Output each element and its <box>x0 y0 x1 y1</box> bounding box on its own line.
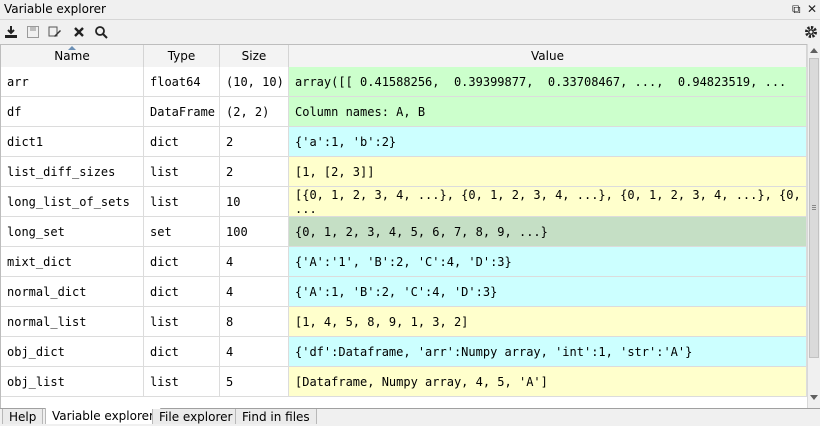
cell-type[interactable]: dict <box>144 337 220 367</box>
table-row[interactable]: long_list_of_sets list 10 [{0, 1, 2, 3, 4, … <box>1 187 807 217</box>
cell-type[interactable]: list <box>144 307 220 337</box>
cell-name[interactable]: arr <box>1 67 144 97</box>
cell-name[interactable]: df <box>1 97 144 127</box>
table-row[interactable]: df DataFrame (2, 2) Column names: A, B <box>1 97 807 127</box>
cell-name[interactable]: dict1 <box>1 127 144 157</box>
table-row[interactable]: obj_list list 5 [Dataframe, Numpy array, 4,… <box>1 367 807 397</box>
options-gear-icon[interactable] <box>802 23 820 41</box>
cell-size[interactable]: (10, 10) <box>220 67 289 97</box>
cell-size[interactable]: 2 <box>220 127 289 157</box>
cell-value[interactable]: Column names: A, B <box>289 97 807 127</box>
cell-size[interactable]: 4 <box>220 247 289 277</box>
cell-value[interactable]: {'A':1, 'B':2, 'C':4, 'D':3} <box>289 277 807 307</box>
toolbar <box>0 20 820 44</box>
table-row[interactable]: arr float64 (10, 10) array([[ 0.41588256, 0… <box>1 67 807 97</box>
tab-file-explorer[interactable]: File explorer <box>152 409 240 424</box>
cell-size[interactable]: 4 <box>220 277 289 307</box>
table-row[interactable]: dict1 dict 2 {'a':1, 'b':2} <box>1 127 807 157</box>
cell-type[interactable]: set <box>144 217 220 247</box>
cell-name[interactable]: normal_dict <box>1 277 144 307</box>
table-row[interactable]: normal_dict dict 4 {'A':1, 'B':2, 'C':4, 'D… <box>1 277 807 307</box>
vertical-scrollbar[interactable] <box>807 44 820 408</box>
tab-find-in-files[interactable]: Find in files <box>235 409 317 424</box>
cell-value[interactable]: [1, [2, 3]] <box>289 157 807 187</box>
table-row[interactable]: long_set set 100 {0, 1, 2, 3, 4, 5, 6, 7, 8… <box>1 217 807 247</box>
column-header-value[interactable]: Value <box>289 45 807 67</box>
save-data-icon[interactable] <box>24 23 42 41</box>
scrollbar-thumb[interactable] <box>809 58 819 358</box>
cell-size[interactable]: 10 <box>220 187 289 217</box>
cell-name[interactable]: normal_list <box>1 307 144 337</box>
cell-value[interactable]: {0, 1, 2, 3, 4, 5, 6, 7, 8, 9, ...} <box>289 217 807 247</box>
cell-value[interactable]: [1, 4, 5, 8, 9, 1, 3, 2] <box>289 307 807 337</box>
cell-size[interactable]: 100 <box>220 217 289 247</box>
cell-type[interactable]: list <box>144 157 220 187</box>
scrollbar-grip-icon <box>812 205 816 206</box>
cell-type[interactable]: dict <box>144 277 220 307</box>
cell-type[interactable]: DataFrame <box>144 97 220 127</box>
table-row[interactable]: list_diff_sizes list 2 [1, [2, 3]] <box>1 157 807 187</box>
pane-title-bar: Variable explorer ⧉ ✕ <box>0 0 820 20</box>
cell-value[interactable]: array([[ 0.41588256, 0.39399877, 0.33708… <box>289 67 807 97</box>
cell-name[interactable]: long_set <box>1 217 144 247</box>
cell-value[interactable]: {'df':Dataframe, 'arr':Numpy array, 'int… <box>289 337 807 367</box>
cell-value[interactable]: {'a':1, 'b':2} <box>289 127 807 157</box>
table-header: Name Type Size Value <box>1 45 807 68</box>
cell-type[interactable]: list <box>144 187 220 217</box>
variable-table: Name Type Size Value arr float64 (10, 10) a… <box>0 44 807 408</box>
scroll-down-icon[interactable] <box>810 395 818 400</box>
cell-name[interactable]: mixt_dict <box>1 247 144 277</box>
cell-name[interactable]: obj_dict <box>1 337 144 367</box>
cell-name[interactable]: obj_list <box>1 367 144 397</box>
tab-variable-explorer[interactable]: Variable explorer <box>45 408 161 424</box>
sort-ascending-icon <box>68 46 76 50</box>
cell-value[interactable]: [{0, 1, 2, 3, 4, ...}, {0, 1, 2, 3, 4, .… <box>289 187 807 217</box>
save-as-icon[interactable] <box>46 23 64 41</box>
cell-type[interactable]: float64 <box>144 67 220 97</box>
cell-name[interactable]: list_diff_sizes <box>1 157 144 187</box>
cell-type[interactable]: list <box>144 367 220 397</box>
cell-size[interactable]: 2 <box>220 157 289 187</box>
table-row[interactable]: normal_list list 8 [1, 4, 5, 8, 9, 1, 3, 2] <box>1 307 807 337</box>
cell-name[interactable]: long_list_of_sets <box>1 187 144 217</box>
cell-size[interactable]: (2, 2) <box>220 97 289 127</box>
remove-all-icon[interactable] <box>70 23 88 41</box>
undock-icon[interactable]: ⧉ <box>792 2 801 17</box>
import-data-icon[interactable] <box>2 23 20 41</box>
cell-value[interactable]: [Dataframe, Numpy array, 4, 5, 'A'] <box>289 367 807 397</box>
cell-type[interactable]: dict <box>144 247 220 277</box>
cell-size[interactable]: 8 <box>220 307 289 337</box>
cell-size[interactable]: 5 <box>220 367 289 397</box>
column-header-name[interactable]: Name <box>1 45 144 67</box>
pane-title: Variable explorer <box>4 2 106 16</box>
pane-tabs: Help Variable explorer File explorer Fin… <box>0 408 820 424</box>
cell-value[interactable]: {'A':'1', 'B':2, 'C':4, 'D':3} <box>289 247 807 277</box>
cell-type[interactable]: dict <box>144 127 220 157</box>
cell-size[interactable]: 4 <box>220 337 289 367</box>
table-row[interactable]: obj_dict dict 4 {'df':Dataframe, 'arr':Nump… <box>1 337 807 367</box>
close-pane-icon[interactable]: ✕ <box>807 2 817 16</box>
scroll-up-icon[interactable] <box>810 48 818 53</box>
search-icon[interactable] <box>92 23 110 41</box>
column-header-type[interactable]: Type <box>144 45 220 67</box>
tab-help[interactable]: Help <box>2 409 44 424</box>
column-header-size[interactable]: Size <box>220 45 289 67</box>
table-row[interactable]: mixt_dict dict 4 {'A':'1', 'B':2, 'C':4, 'D… <box>1 247 807 277</box>
